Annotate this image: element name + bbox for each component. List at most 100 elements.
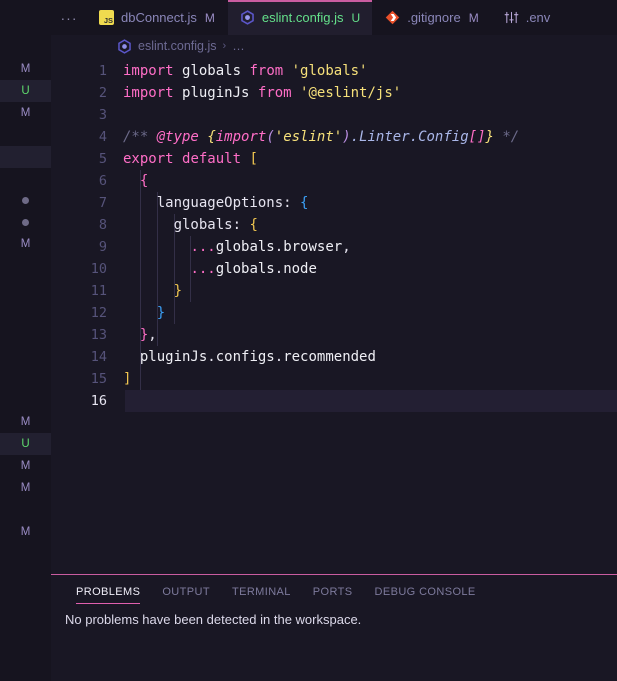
explorer-row[interactable]: [0, 124, 51, 146]
code-line[interactable]: 2 import pluginJs from '@eslint/js': [51, 82, 617, 104]
editor-tab-label: .gitignore: [407, 10, 461, 25]
code-line[interactable]: 14 pluginJs.configs.recommended: [51, 346, 617, 368]
panel-tab[interactable]: DEBUG CONSOLE: [364, 575, 487, 610]
explorer-row[interactable]: M: [0, 521, 51, 543]
code-token: @type: [156, 129, 199, 145]
breadcrumb-file[interactable]: eslint.config.js: [138, 39, 217, 53]
vscode-window: MUMMMUMMM ··· JS dbConnect.js Meslint.conf…: [0, 0, 617, 681]
explorer-row[interactable]: M: [0, 58, 51, 80]
line-number: 8: [98, 217, 107, 233]
code-token: .: [274, 349, 284, 365]
line-number: 14: [90, 349, 107, 365]
code-token: .: [274, 261, 284, 277]
explorer-row[interactable]: M: [0, 455, 51, 477]
line-number: 10: [90, 261, 107, 277]
code-line[interactable]: 9 ...globals.browser,: [51, 236, 617, 258]
editor-tab[interactable]: .env: [491, 0, 564, 35]
code-token: default: [182, 151, 242, 167]
code-token: from: [257, 85, 292, 101]
code-line[interactable]: 6 {: [51, 170, 617, 192]
editor-tab[interactable]: eslint.config.js U: [227, 0, 374, 35]
code-line[interactable]: 12 }: [51, 302, 617, 324]
editor-area: ··· JS dbConnect.js Meslint.config.js U .git…: [51, 0, 617, 681]
explorer-sidebar[interactable]: MUMMMUMMM: [0, 0, 51, 681]
problems-message: No problems have been detected in the wo…: [65, 612, 362, 627]
code-line-text: languageOptions: {: [123, 192, 309, 214]
panel-tab-bar[interactable]: PROBLEMS OUTPUT TERMINAL PORTS DEBUG CONSOLE: [51, 575, 617, 610]
code-token: /**: [123, 129, 157, 145]
code-line[interactable]: 15]: [51, 368, 617, 390]
code-line[interactable]: 5 export default [: [51, 148, 617, 170]
explorer-row[interactable]: [0, 189, 51, 211]
code-line-text: ]: [123, 368, 131, 390]
code-token: pluginJs: [182, 85, 250, 101]
code-token: {: [300, 195, 309, 211]
panel-tab[interactable]: TERMINAL: [221, 575, 302, 610]
code-token: (: [266, 129, 275, 145]
editor-tab-git-badge: M: [204, 10, 215, 25]
panel-tab[interactable]: OUTPUT: [151, 575, 221, 610]
explorer-row[interactable]: [0, 146, 51, 168]
git-status-badge: M: [20, 526, 31, 538]
editor-tab[interactable]: .gitignore M: [373, 0, 492, 35]
code-line[interactable]: 13 },: [51, 324, 617, 346]
explorer-row[interactable]: [0, 211, 51, 233]
eslint-file-icon: [240, 10, 255, 25]
git-status-badge: M: [20, 63, 31, 75]
code-token: ,: [148, 327, 157, 343]
code-token: '@eslint/js': [300, 85, 402, 101]
line-number: 5: [98, 151, 107, 167]
code-token: pluginJs: [139, 349, 208, 365]
code-token: import: [123, 85, 174, 101]
breadcrumb-more[interactable]: …: [232, 39, 245, 53]
editor-tab-git-badge: U: [351, 10, 361, 25]
code-token: {: [139, 173, 149, 189]
explorer-row[interactable]: U: [0, 433, 51, 455]
unsaved-dot-icon: [22, 196, 29, 204]
panel-tab[interactable]: PROBLEMS: [65, 575, 151, 610]
editor-tab[interactable]: JS dbConnect.js M: [87, 0, 228, 35]
breadcrumb[interactable]: eslint.config.js › …: [51, 35, 617, 57]
code-line[interactable]: 1 import globals from 'globals': [51, 60, 617, 82]
line-number: 9: [98, 239, 107, 255]
code-token: import: [215, 129, 267, 145]
code-line-text: import globals from 'globals': [123, 60, 367, 82]
code-line-text: }: [123, 302, 165, 324]
tab-overflow-icon[interactable]: ···: [51, 0, 87, 35]
line-number: 11: [90, 283, 107, 299]
code-token: }: [156, 305, 166, 321]
code-line[interactable]: 4 /** @type {import('eslint').Linter.Conf…: [51, 126, 617, 148]
code-token: }: [173, 283, 183, 299]
explorer-row[interactable]: M: [0, 233, 51, 255]
code-line[interactable]: 7 languageOptions: {: [51, 192, 617, 214]
explorer-row[interactable]: M: [0, 411, 51, 433]
chevron-right-icon: ›: [222, 40, 227, 52]
explorer-row[interactable]: M: [0, 477, 51, 499]
code-line[interactable]: 11 }: [51, 280, 617, 302]
git-status-badge: M: [20, 482, 31, 494]
line-number: 16: [90, 393, 107, 409]
code-line[interactable]: 8 globals: {: [51, 214, 617, 236]
code-line[interactable]: 10 ...globals.node: [51, 258, 617, 280]
code-line[interactable]: 3: [51, 104, 617, 126]
code-token: :: [232, 217, 250, 233]
code-line-text: /** @type {import('eslint').Linter.Confi…: [123, 126, 519, 148]
explorer-row[interactable]: M: [0, 102, 51, 124]
panel-tab[interactable]: PORTS: [302, 575, 364, 610]
explorer-row[interactable]: U: [0, 80, 51, 102]
code-token: ...: [190, 239, 216, 255]
editor-tab-bar[interactable]: ··· JS dbConnect.js Meslint.config.js U .git…: [51, 0, 617, 35]
code-token: browser: [283, 239, 343, 255]
code-line[interactable]: 16: [51, 390, 617, 412]
editor-tab-git-badge: M: [468, 10, 479, 25]
current-line-highlight: [125, 390, 617, 412]
code-token: [: [249, 151, 258, 167]
code-editor[interactable]: 1 import globals from 'globals' 2 import pl…: [51, 57, 617, 574]
